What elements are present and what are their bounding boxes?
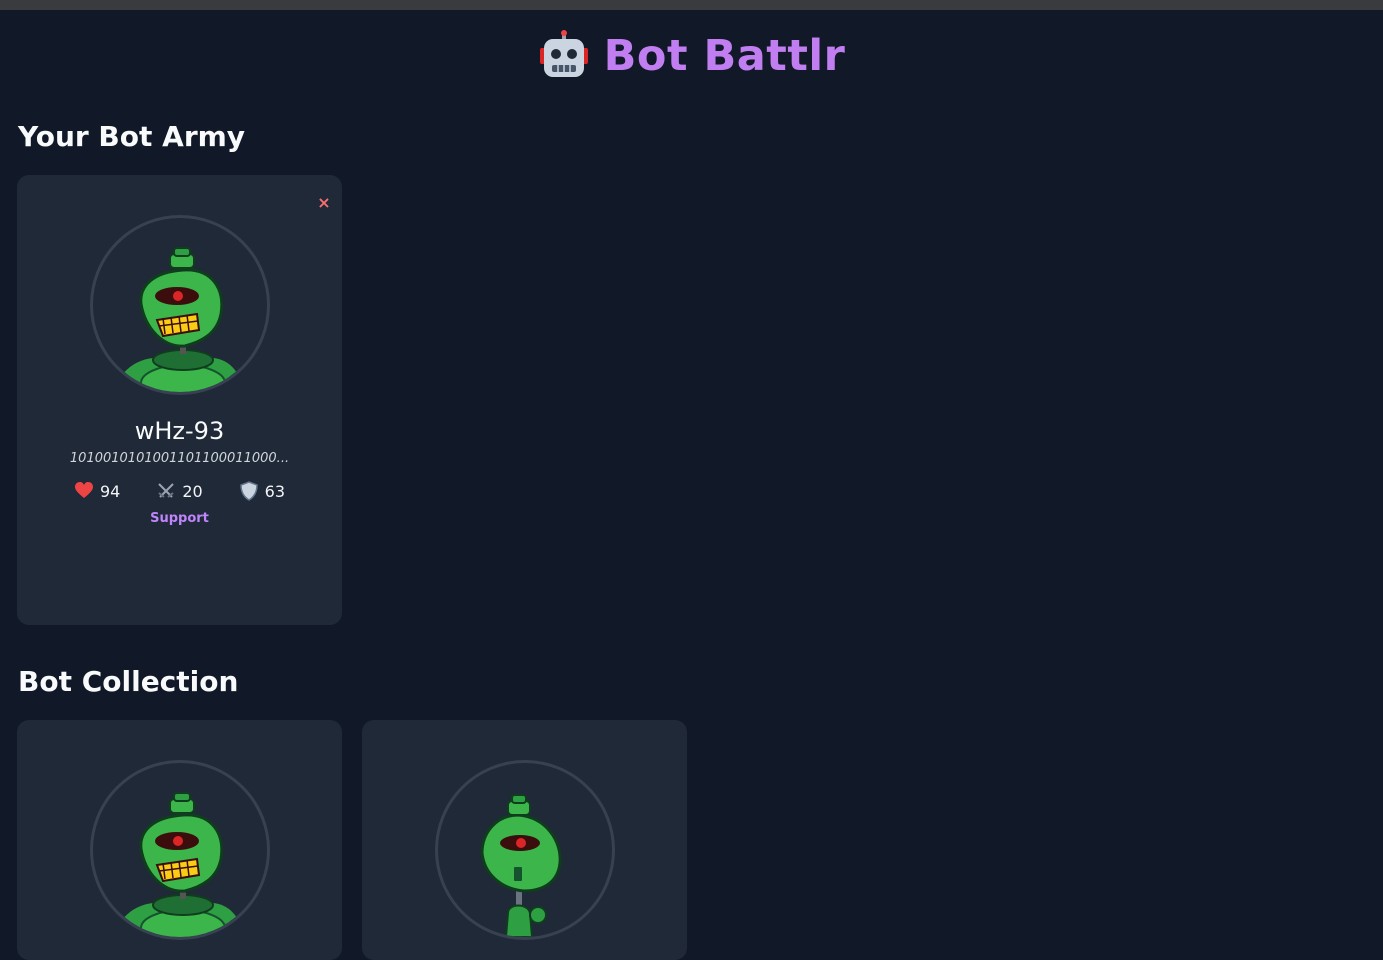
heart-icon [74,482,93,498]
collection-bot-card[interactable] [17,720,342,960]
damage-value: 20 [182,481,203,501]
collection-bot-card[interactable] [362,720,687,960]
shield-icon [239,481,258,501]
damage-stat: 20 [156,481,203,501]
bot-avatar [90,215,270,395]
app-header: Bot Battlr [0,28,1383,84]
robot-avatar-icon [115,792,243,937]
armor-stat: 63 [239,481,285,501]
army-heading: Your Bot Army [18,120,246,153]
health-stat: 94 [74,481,120,501]
bot-avatar [90,760,270,940]
crossed-swords-icon [158,483,175,498]
robot-icon [539,30,588,77]
remove-bot-button[interactable]: × [315,193,333,212]
health-value: 94 [99,481,121,501]
bot-stats: 94 20 63 [17,481,342,501]
robot-avatar-icon [115,247,243,392]
robot-avatar-icon [480,794,562,937]
browser-top-bar [0,0,1383,10]
armor-value: 63 [264,481,286,501]
bot-class-label: Support [150,511,209,526]
bot-name: wHz-93 [134,417,225,445]
app-title: Bot Battlr [603,31,846,81]
bot-catchphrase: 1010010101001101100011000... [69,451,290,466]
collection-heading: Bot Collection [18,665,239,698]
bot-avatar [435,760,615,940]
army-bot-card[interactable]: × wHz-93 1010010101001101100011000... 94 [17,175,342,625]
